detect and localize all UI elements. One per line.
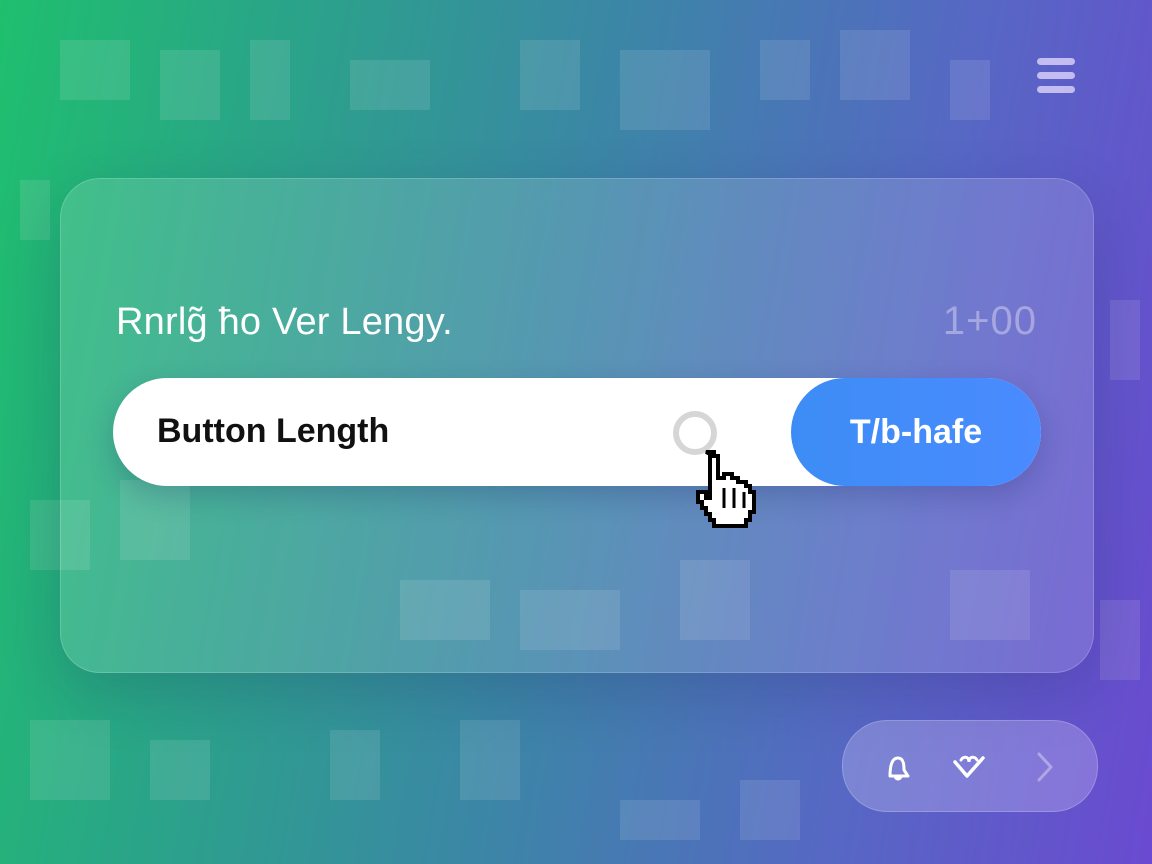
hamburger-menu-icon-bar — [1037, 85, 1075, 93]
hamburger-menu-icon — [1037, 57, 1075, 65]
slider-action-button[interactable]: T/b-hafe — [791, 378, 1041, 486]
heart-check-icon[interactable] — [949, 747, 989, 787]
app-screen: Rnrlg̃ ħo Ver Lengy. 1+00 Button Length … — [0, 0, 1152, 864]
menu-button[interactable] — [1030, 50, 1082, 100]
card-counter: 1+00 — [942, 299, 1037, 343]
main-card: Rnrlg̃ ħo Ver Lengy. 1+00 Button Length … — [60, 178, 1094, 673]
pointer-hand-icon — [696, 450, 756, 528]
card-title: Rnrlg̃ ħo Ver Lengy. — [116, 301, 453, 343]
bottom-toolbar — [842, 720, 1098, 812]
hamburger-menu-icon-bar — [1037, 71, 1075, 79]
chevron-right-icon[interactable] — [1025, 747, 1065, 787]
slider-button[interactable]: Button Length T/b-hafe — [113, 378, 1041, 486]
bell-icon[interactable] — [877, 747, 917, 787]
slider-button-label: Button Length — [157, 412, 390, 450]
